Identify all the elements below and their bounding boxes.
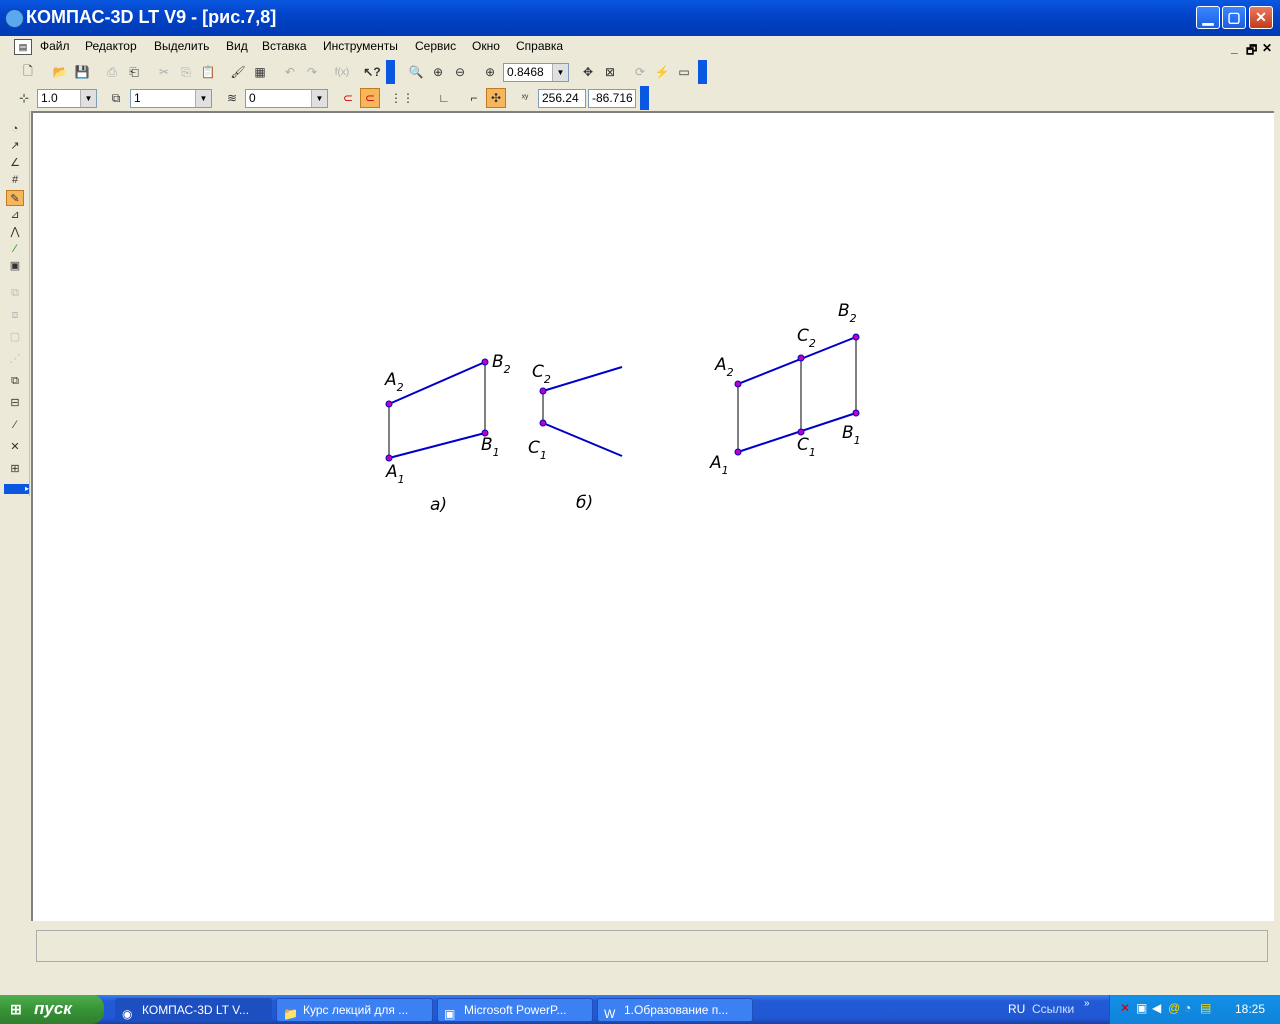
powerpoint-icon: ▣: [444, 1007, 456, 1021]
figure-c: A2 C2 B2 A1 C1 B1: [709, 301, 861, 477]
label-b1: B1: [481, 435, 500, 459]
figure-a: A2 B2 A1 B1 а): [384, 352, 511, 515]
language-indicator[interactable]: RU: [1008, 1002, 1025, 1016]
point-b2[interactable]: [481, 358, 489, 366]
figure-b: C2 C1 б): [528, 362, 623, 513]
label-b2: B2: [838, 301, 857, 325]
line-c1[interactable]: [542, 422, 623, 457]
label-c2: C2: [532, 362, 551, 386]
point-b1[interactable]: [852, 409, 860, 417]
point-c2[interactable]: [539, 387, 547, 395]
kompas-icon: ◉: [122, 1007, 133, 1021]
label-b2: B2: [492, 352, 511, 376]
point-a1[interactable]: [734, 448, 742, 456]
links-toolbar[interactable]: Ссылки: [1032, 1002, 1074, 1016]
status-message-field: [36, 930, 1268, 962]
system-tray: ✕ ▣ ◀ @ ◔ ▤ 18:25: [1109, 995, 1280, 1024]
label-b1: B1: [842, 423, 861, 447]
word-icon: W: [604, 1007, 616, 1021]
windows-logo-icon: ⊞: [10, 1001, 22, 1017]
task-powerpoint[interactable]: ▣ Microsoft PowerP...: [437, 998, 593, 1022]
task-kompas[interactable]: ◉ КОМПАС-3D LT V...: [115, 998, 272, 1022]
antivirus-icon[interactable]: ✕: [1120, 1001, 1130, 1015]
point-a1[interactable]: [385, 454, 393, 462]
point-c1[interactable]: [539, 419, 547, 427]
network-icon[interactable]: ▣: [1136, 1001, 1147, 1015]
label-a1: A1: [385, 462, 405, 486]
label-a2: A2: [384, 370, 404, 394]
folder-icon: 📁: [283, 1007, 298, 1021]
clock: 18:25: [1235, 1002, 1266, 1016]
label-c1: C1: [528, 438, 547, 462]
volume-icon[interactable]: ◀: [1152, 1001, 1161, 1015]
drawing-svg: A2 B2 A1 B1 а) C2 C1 б) A2 C2 B2 A1 C1 B…: [384, 301, 861, 515]
task-word[interactable]: W 1.Образование п...: [597, 998, 753, 1022]
segment-a1b1[interactable]: [388, 432, 486, 459]
label-a1: A1: [709, 453, 729, 477]
mail-icon[interactable]: @: [1168, 1001, 1180, 1015]
caption-b: б): [576, 493, 593, 513]
task-folder[interactable]: 📁 Курс лекций для ...: [276, 998, 433, 1022]
label-c2: C2: [797, 326, 816, 350]
tray-app-icon[interactable]: ▤: [1200, 1001, 1211, 1015]
point-c2[interactable]: [797, 354, 805, 362]
update-icon[interactable]: ◔: [1184, 1001, 1191, 1015]
point-a2[interactable]: [385, 400, 393, 408]
point-a2[interactable]: [734, 380, 742, 388]
label-c1: C1: [797, 435, 816, 459]
point-b2[interactable]: [852, 333, 860, 341]
start-button[interactable]: ⊞ пуск: [0, 995, 104, 1024]
label-a2: A2: [714, 355, 734, 379]
start-label: пуск: [34, 999, 72, 1018]
caption-a: а): [430, 495, 447, 515]
line-c2[interactable]: [542, 366, 623, 392]
chevron-right-icon[interactable]: »: [1084, 998, 1090, 1009]
